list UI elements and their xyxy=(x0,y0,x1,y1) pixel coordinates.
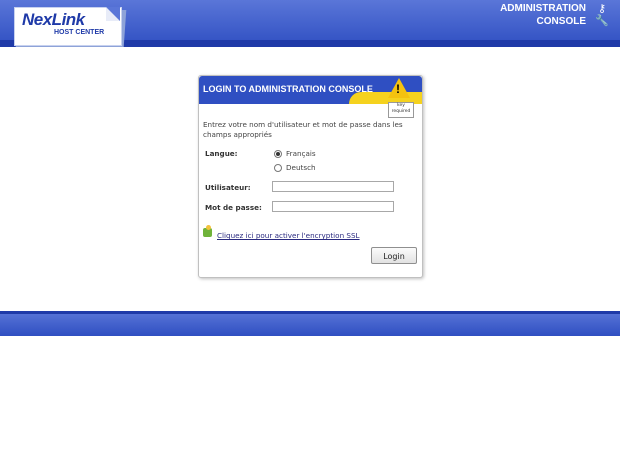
admin-icons: ⚷ 🔧 xyxy=(590,3,614,27)
ssl-link[interactable]: Cliquez ici pour activer l'encryption SS… xyxy=(217,231,360,240)
radio-francais[interactable] xyxy=(274,150,282,158)
login-panel-title: LOGIN TO ADMINISTRATION CONSOLE xyxy=(203,84,373,94)
radio-deutsch[interactable] xyxy=(274,164,282,172)
logo-subtitle: HOST CENTER xyxy=(54,29,105,36)
login-panel: LOGIN TO ADMINISTRATION CONSOLE ! key re… xyxy=(198,75,423,278)
footer-bar xyxy=(0,311,620,336)
warning-exclamation: ! xyxy=(396,82,400,96)
footer-stripe xyxy=(0,311,620,314)
radio-deutsch-label[interactable]: Deutsch xyxy=(286,163,316,172)
nexlink-logo: NexLink HOST CENTER xyxy=(14,7,127,47)
ssl-lock-icon[interactable] xyxy=(203,225,212,237)
username-input[interactable] xyxy=(272,181,394,192)
logo-name: NexLink xyxy=(22,10,85,29)
username-label: Utilisateur: xyxy=(205,183,251,192)
admin-console-title: ADMINISTRATION CONSOLE xyxy=(500,3,586,27)
language-label: Langue: xyxy=(205,149,238,158)
wrench-icon: 🔧 xyxy=(595,14,609,27)
password-input[interactable] xyxy=(272,201,394,212)
header-bar: NexLink HOST CENTER ADMINISTRATION CONSO… xyxy=(0,0,620,47)
radio-francais-label[interactable]: Français xyxy=(286,149,316,158)
password-label: Mot de passe: xyxy=(205,203,262,212)
intro-text: Entrez votre nom d'utilisateur et mot de… xyxy=(203,120,403,139)
login-button[interactable]: Login xyxy=(371,247,417,264)
key-required-badge: key required xyxy=(388,102,414,118)
